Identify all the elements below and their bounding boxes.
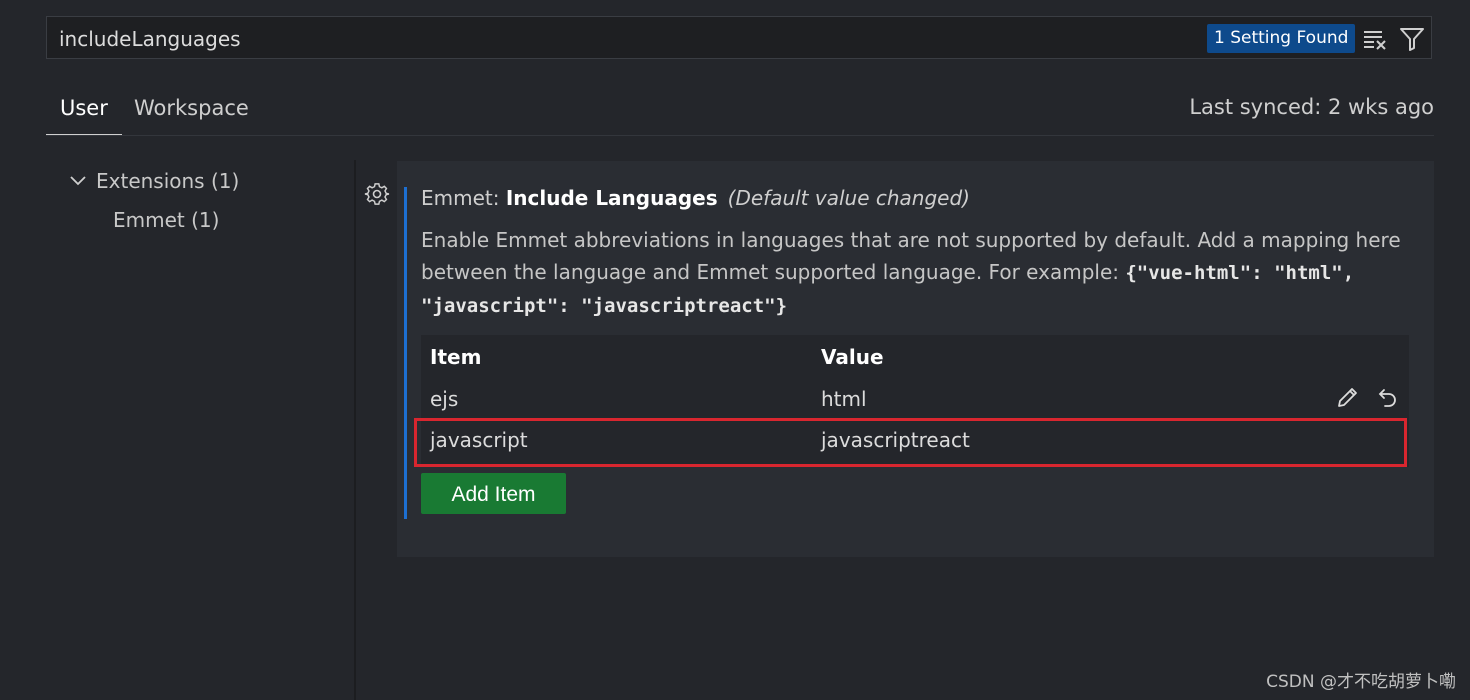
tabs-divider bbox=[46, 135, 1434, 136]
toc-item-emmet[interactable]: Emmet (1) bbox=[113, 208, 219, 232]
table-row[interactable]: ejs html bbox=[421, 380, 1409, 420]
watermark: CSDN @才不吃胡萝卜嘞 bbox=[1266, 672, 1456, 692]
gear-icon[interactable] bbox=[364, 181, 390, 207]
setting-title: Emmet: Include Languages (Default value c… bbox=[421, 186, 970, 210]
row-value: javascriptreact bbox=[821, 428, 970, 452]
edit-icon[interactable] bbox=[1333, 384, 1361, 412]
clear-filter-icon[interactable] bbox=[1362, 26, 1388, 52]
toc-item-extensions[interactable]: Extensions (1) bbox=[68, 169, 239, 193]
tab-user[interactable]: User bbox=[46, 92, 122, 136]
settings-search-box[interactable]: includeLanguages 1 Setting Found bbox=[46, 16, 1432, 59]
filter-icon[interactable] bbox=[1399, 26, 1425, 52]
search-input[interactable]: includeLanguages bbox=[59, 27, 241, 51]
search-result-badge: 1 Setting Found bbox=[1207, 24, 1356, 53]
setting-focus-indicator bbox=[404, 187, 407, 519]
row-item: javascript bbox=[430, 428, 528, 452]
setting-modified-indicator: (Default value changed) bbox=[727, 186, 970, 210]
row-value: html bbox=[821, 387, 867, 411]
setting-name: Include Languages bbox=[505, 186, 718, 210]
setting-category: Emmet: bbox=[421, 186, 506, 210]
sync-status: Last synced: 2 wks ago bbox=[1189, 95, 1434, 119]
toc-extensions-label: Extensions (1) bbox=[96, 169, 240, 193]
table-header-item: Item bbox=[430, 345, 482, 369]
add-item-button[interactable]: Add Item bbox=[421, 473, 566, 514]
table-row[interactable]: javascript javascriptreact bbox=[421, 421, 1409, 461]
toc-splitter[interactable] bbox=[354, 160, 356, 700]
tab-workspace[interactable]: Workspace bbox=[120, 92, 263, 134]
table-header-value: Value bbox=[821, 345, 884, 369]
object-setting-table: Item Value ejs html javascript javascrip… bbox=[421, 335, 1409, 467]
chevron-down-icon bbox=[70, 176, 86, 186]
setting-description: Enable Emmet abbreviations in languages … bbox=[421, 224, 1411, 322]
row-item: ejs bbox=[430, 387, 459, 411]
discard-icon[interactable] bbox=[1373, 384, 1401, 412]
